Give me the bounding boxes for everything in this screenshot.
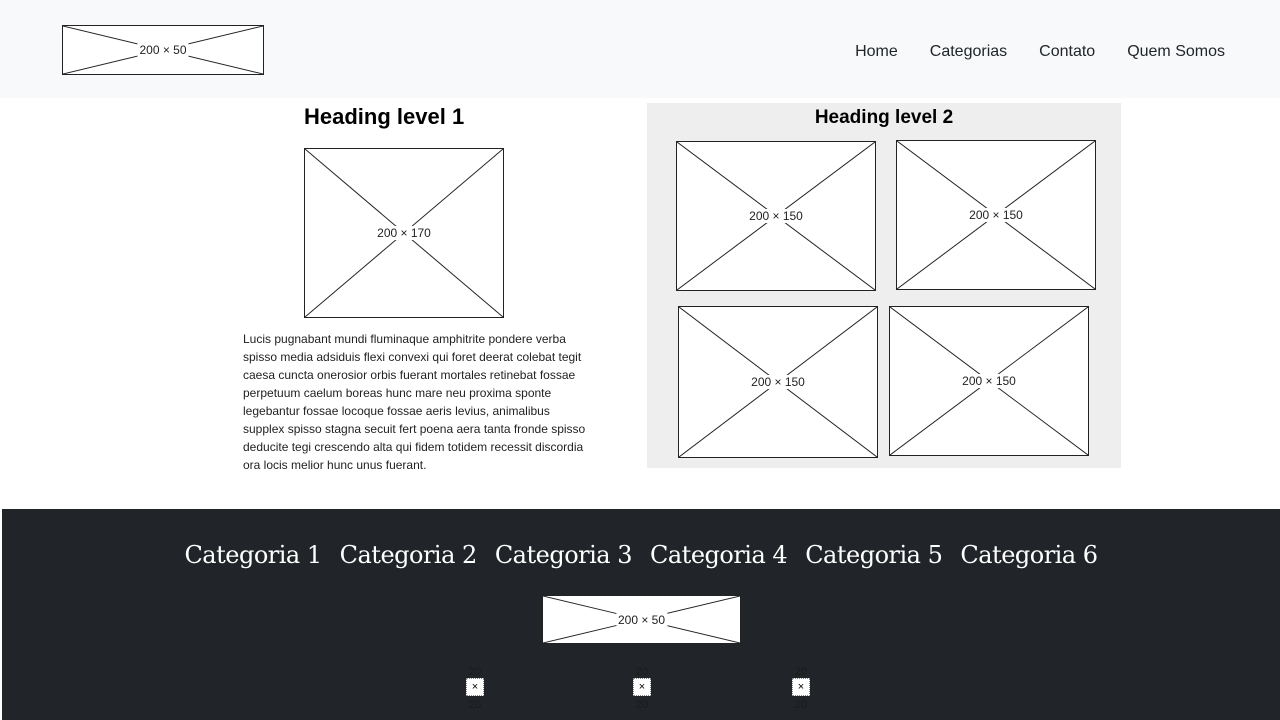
nav-link-contato[interactable]: Contato [1039, 42, 1095, 62]
broken-image-icon: × [792, 678, 810, 696]
footer-link-categoria-4[interactable]: Categoria 4 [650, 539, 788, 571]
gallery-image-3[interactable]: 200 × 150 [678, 306, 878, 458]
social-icon-1-width: 20 [468, 666, 482, 678]
nav-link-quem-somos[interactable]: Quem Somos [1127, 42, 1225, 62]
nav-link-home[interactable]: Home [855, 42, 898, 62]
heading-level-1: Heading level 1 [304, 104, 465, 129]
social-icon-2-height: 20 [635, 699, 649, 711]
footer-category-nav: Categoria 1 Categoria 2 Categoria 3 Cate… [2, 539, 1280, 571]
footer-logo-label: 200 × 50 [615, 612, 668, 627]
gallery-image-2[interactable]: 200 × 150 [896, 140, 1096, 290]
gallery-image-1-label: 200 × 150 [747, 209, 805, 223]
gallery-image-2-label: 200 × 150 [967, 208, 1025, 222]
social-icon-3[interactable]: 20 × 20 [791, 666, 811, 712]
site-footer: Categoria 1 Categoria 2 Categoria 3 Cate… [2, 509, 1280, 720]
feature-image-placeholder: 200 × 170 [304, 148, 504, 318]
header-logo-placeholder[interactable]: 200 × 50 [62, 25, 264, 75]
social-icon-3-height: 20 [794, 699, 808, 711]
main-nav: Home Categorias Contato Quem Somos [855, 42, 1225, 62]
gallery-image-4[interactable]: 200 × 150 [889, 306, 1089, 456]
broken-image-icon: × [466, 678, 484, 696]
footer-logo-placeholder[interactable]: 200 × 50 [542, 595, 741, 644]
social-icon-1[interactable]: 20 × 20 [465, 666, 485, 712]
footer-link-categoria-6[interactable]: Categoria 6 [960, 539, 1098, 571]
broken-image-icon: × [633, 678, 651, 696]
social-icon-2[interactable]: 20 × 20 [632, 666, 652, 712]
social-icon-3-width: 20 [794, 666, 808, 678]
body-paragraph: Lucis pugnabant mundi fluminaque amphitr… [243, 332, 586, 472]
header-logo-label: 200 × 50 [137, 43, 189, 57]
heading-level-2: Heading level 2 [814, 107, 954, 128]
gallery-image-1[interactable]: 200 × 150 [676, 141, 876, 291]
footer-link-categoria-3[interactable]: Categoria 3 [495, 539, 633, 571]
gallery-image-4-label: 200 × 150 [960, 374, 1018, 388]
nav-link-categorias[interactable]: Categorias [930, 42, 1007, 62]
social-icon-2-width: 20 [635, 666, 649, 678]
site-header: 200 × 50 Home Categorias Contato Quem So… [0, 0, 1280, 98]
gallery-image-3-label: 200 × 150 [749, 375, 807, 389]
gallery-panel: Heading level 2 200 × 150 200 × 150 200 … [647, 103, 1121, 468]
feature-image-label: 200 × 170 [375, 226, 433, 240]
social-icon-1-height: 20 [468, 699, 482, 711]
footer-link-categoria-2[interactable]: Categoria 2 [340, 539, 478, 571]
footer-link-categoria-5[interactable]: Categoria 5 [805, 539, 943, 571]
footer-link-categoria-1[interactable]: Categoria 1 [184, 539, 322, 571]
